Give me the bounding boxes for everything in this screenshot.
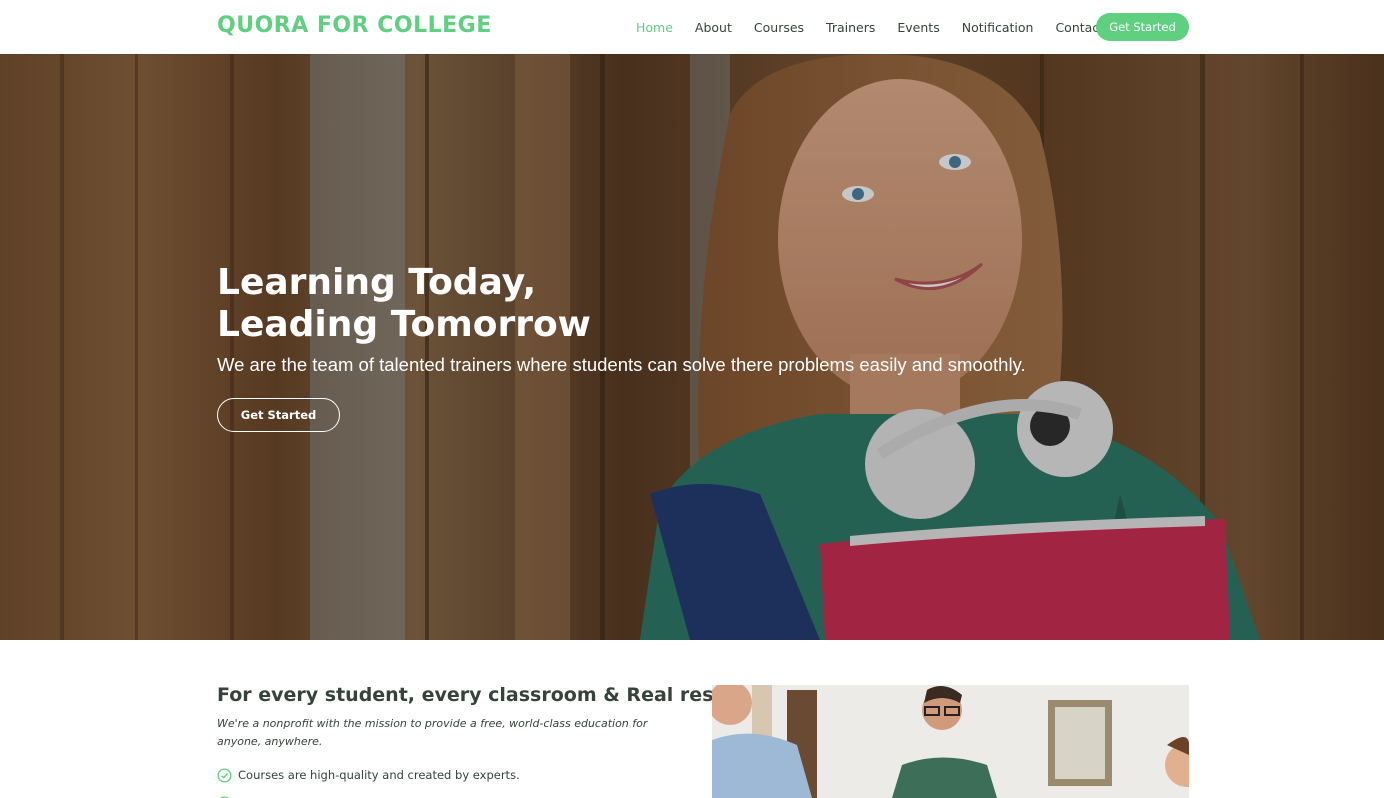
nav-trainers[interactable]: Trainers [826, 20, 875, 35]
nav-events[interactable]: Events [897, 20, 939, 35]
list-item: Courses are high-quality and created by … [217, 765, 520, 785]
main-nav: Home About Courses Trainers Events Notif… [636, 0, 1126, 54]
get-started-nav-button[interactable]: Get Started [1096, 13, 1189, 41]
classroom-photo [712, 685, 1189, 798]
check-circle-icon [217, 767, 232, 783]
about-title: For every student, every classroom & Rea… [217, 684, 769, 706]
nav-about[interactable]: About [695, 20, 732, 35]
hero-title: Learning Today, Leading Tomorrow [217, 262, 777, 346]
nav-courses[interactable]: Courses [754, 20, 804, 35]
hero-section: Learning Today, Leading Tomorrow We are … [0, 54, 1384, 640]
about-image [712, 685, 1189, 798]
hero-subtitle: We are the team of talented trainers whe… [217, 354, 1026, 375]
features-list: Courses are high-quality and created by … [217, 765, 520, 798]
nav-home[interactable]: Home [636, 20, 673, 35]
list-item-label: Courses are high-quality and created by … [238, 768, 520, 782]
nav-notification[interactable]: Notification [962, 20, 1034, 35]
hero-background-image [0, 54, 1384, 640]
list-item [217, 793, 520, 798]
get-started-hero-button[interactable]: Get Started [217, 398, 340, 432]
site-logo[interactable]: QUORA FOR COLLEGE [217, 13, 492, 38]
about-description: We're a nonprofit with the mission to pr… [217, 717, 648, 748]
hero-title-line1: Learning Today, [217, 262, 537, 303]
site-header: QUORA FOR COLLEGE Home About Courses Tra… [0, 0, 1384, 54]
hero-title-line2: Leading Tomorrow [217, 304, 591, 345]
